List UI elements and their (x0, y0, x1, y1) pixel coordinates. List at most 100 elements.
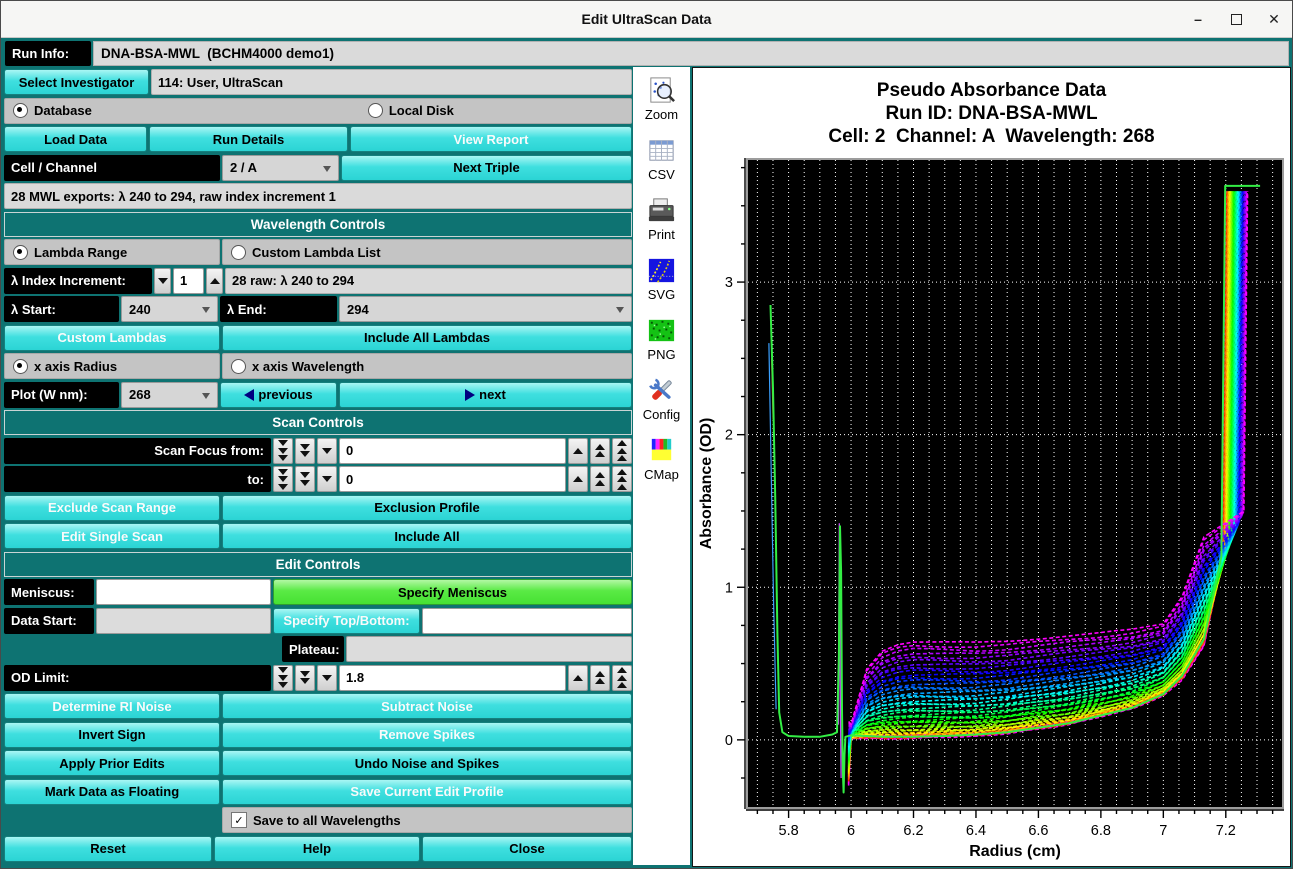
run-info-label: Run Info: (5, 41, 91, 66)
svg-tool-button[interactable]: SVG (646, 255, 677, 302)
focus-to-up2-button[interactable] (590, 466, 610, 492)
svg-icon (646, 255, 677, 286)
exclusion-profile-button[interactable]: Exclusion Profile (222, 495, 632, 521)
cell-channel-combo[interactable]: 2 / A (222, 155, 339, 181)
determine-ri-noise-button[interactable]: Determine RI Noise (4, 693, 220, 719)
database-radio[interactable] (13, 103, 28, 118)
save-all-wavelengths-checkbox[interactable] (231, 812, 247, 828)
focus-from-up2-button[interactable] (590, 438, 610, 464)
exclude-scan-range-button[interactable]: Exclude Scan Range (4, 495, 220, 521)
focus-from-value[interactable]: 0 (339, 438, 566, 464)
lambda-index-increment-label: λ Index Increment: (4, 268, 152, 294)
focus-to-down3-button[interactable] (273, 466, 293, 492)
custom-lambda-list-label: Custom Lambda List (252, 245, 381, 260)
png-icon (646, 315, 677, 346)
csv-tool-button[interactable]: CSV (646, 135, 677, 182)
cmap-tool-button[interactable]: CMap (644, 435, 679, 482)
specify-meniscus-button[interactable]: Specify Meniscus (273, 579, 632, 605)
lambda-end-combo[interactable]: 294 (339, 296, 632, 322)
run-details-button[interactable]: Run Details (149, 126, 348, 152)
load-data-button[interactable]: Load Data (4, 126, 147, 152)
focus-to-up1-button[interactable] (568, 466, 588, 492)
od-limit-up1-button[interactable] (568, 665, 588, 691)
close-button[interactable]: Close (422, 836, 632, 862)
print-icon (646, 195, 677, 226)
x-axis-wavelength-radio[interactable] (231, 359, 246, 374)
svg-text:Absorbance (OD): Absorbance (OD) (698, 418, 715, 550)
lambda-start-combo[interactable]: 240 (121, 296, 218, 322)
previous-wavelength-button[interactable]: previous (220, 382, 337, 408)
focus-to-down1-button[interactable] (317, 466, 337, 492)
investigator-value: 114: User, UltraScan (151, 69, 632, 95)
focus-from-down1-button[interactable] (317, 438, 337, 464)
mark-data-floating-button[interactable]: Mark Data as Floating (4, 779, 220, 805)
save-all-wavelengths-bar: Save to all Wavelengths (222, 807, 632, 833)
print-tool-label: Print (648, 227, 675, 242)
od-limit-up3-button[interactable] (612, 665, 632, 691)
help-button[interactable]: Help (214, 836, 420, 862)
od-limit-up2-button[interactable] (590, 665, 610, 691)
plot-wavelength-combo[interactable]: 268 (121, 382, 218, 408)
png-tool-label: PNG (647, 347, 675, 362)
config-tool-button[interactable]: Config (643, 375, 681, 422)
reset-button[interactable]: Reset (4, 836, 212, 862)
cell-channel-label: Cell / Channel (4, 155, 220, 181)
apply-prior-edits-button[interactable]: Apply Prior Edits (4, 750, 220, 776)
svg-tool-label: SVG (648, 287, 675, 302)
plot-panel: 5.866.26.46.66.877.2Radius (cm)0123Absor… (692, 67, 1291, 867)
edit-single-scan-button[interactable]: Edit Single Scan (4, 523, 220, 549)
meniscus-field[interactable] (96, 579, 271, 605)
png-tool-button[interactable]: PNG (646, 315, 677, 362)
absorbance-plot[interactable]: 5.866.26.46.66.877.2Radius (cm)0123Absor… (693, 68, 1290, 866)
focus-to-down2-button[interactable] (295, 466, 315, 492)
lambda-increment-down-button[interactable] (154, 268, 171, 294)
include-all-lambdas-button[interactable]: Include All Lambdas (222, 325, 632, 351)
zoom-tool-button[interactable]: Zoom (645, 75, 678, 122)
next-wavelength-button[interactable]: next (339, 382, 632, 408)
x-axis-radius-radio[interactable] (13, 359, 28, 374)
undo-noise-spikes-button[interactable]: Undo Noise and Spikes (222, 750, 632, 776)
svg-text:7: 7 (1159, 823, 1167, 839)
subtract-noise-button[interactable]: Subtract Noise (222, 693, 632, 719)
print-tool-button[interactable]: Print (646, 195, 677, 242)
focus-from-down2-button[interactable] (295, 438, 315, 464)
custom-lambda-list-radio[interactable] (231, 245, 246, 260)
plateau-field (346, 636, 632, 662)
mwl-status: 28 MWL exports: λ 240 to 294, raw index … (4, 183, 632, 209)
focus-to-value[interactable]: 0 (339, 466, 566, 492)
save-all-spacer (4, 807, 220, 833)
select-investigator-button[interactable]: Select Investigator (4, 69, 149, 95)
view-report-button[interactable]: View Report (350, 126, 632, 152)
focus-to-up3-button[interactable] (612, 466, 632, 492)
svg-text:Radius (cm): Radius (cm) (969, 843, 1061, 860)
plateau-label: Plateau: (282, 636, 344, 662)
specify-top-bottom-button[interactable]: Specify Top/Bottom: (273, 608, 420, 634)
remove-spikes-button[interactable]: Remove Spikes (222, 722, 632, 748)
svg-text:6: 6 (847, 823, 855, 839)
focus-from-down3-button[interactable] (273, 438, 293, 464)
local-disk-radio[interactable] (368, 103, 383, 118)
od-limit-down3-button[interactable] (273, 665, 293, 691)
close-icon[interactable]: ✕ (1266, 11, 1282, 27)
invert-sign-button[interactable]: Invert Sign (4, 722, 220, 748)
svg-text:6.8: 6.8 (1091, 823, 1111, 839)
save-edit-profile-button[interactable]: Save Current Edit Profile (222, 779, 632, 805)
od-limit-value[interactable]: 1.8 (339, 665, 566, 691)
lambda-end-label: λ End: (220, 296, 337, 322)
svg-text:7.2: 7.2 (1216, 823, 1236, 839)
top-bottom-field[interactable] (422, 608, 632, 634)
lambda-increment-up-button[interactable] (206, 268, 223, 294)
include-all-scans-button[interactable]: Include All (222, 523, 632, 549)
focus-from-up3-button[interactable] (612, 438, 632, 464)
next-triple-button[interactable]: Next Triple (341, 155, 632, 181)
minimize-icon[interactable]: – (1190, 11, 1206, 27)
edit-controls-header: Edit Controls (4, 552, 632, 577)
lambda-increment-value[interactable]: 1 (173, 268, 204, 294)
od-limit-down2-button[interactable] (295, 665, 315, 691)
od-limit-down1-button[interactable] (317, 665, 337, 691)
meniscus-label: Meniscus: (4, 579, 94, 605)
lambda-range-radio[interactable] (13, 245, 28, 260)
focus-from-up1-button[interactable] (568, 438, 588, 464)
custom-lambdas-button[interactable]: Custom Lambdas (4, 325, 220, 351)
maximize-icon[interactable] (1228, 11, 1244, 27)
